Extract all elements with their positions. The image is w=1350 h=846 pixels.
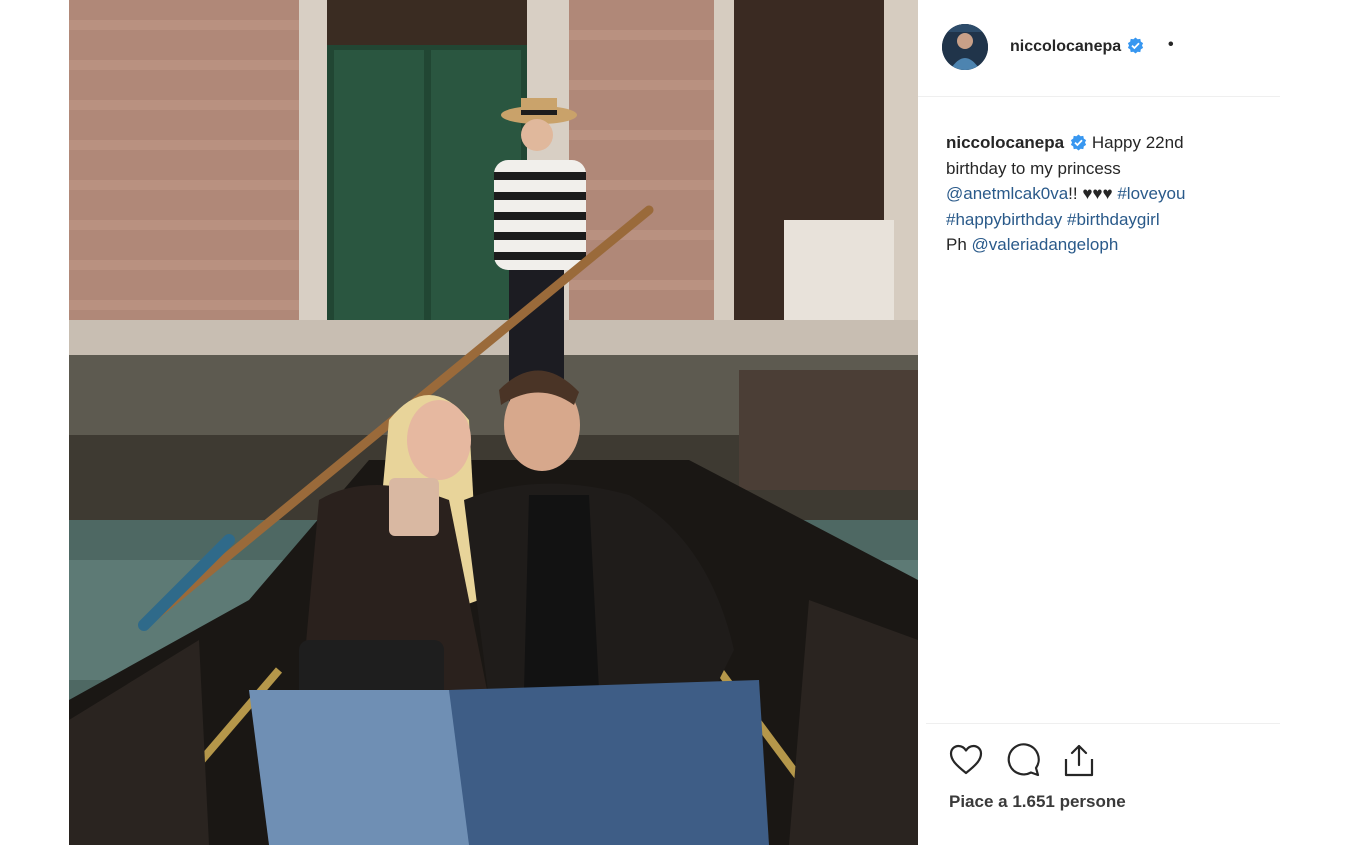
verified-badge-icon — [1127, 37, 1144, 54]
post-caption: niccolocanepa Happy 22nd birthday to my … — [946, 130, 1246, 258]
comment-button[interactable] — [1005, 742, 1045, 782]
gondola-selfie-photo — [69, 0, 918, 845]
caption-mention-link[interactable]: @anetmlcak0va — [946, 184, 1068, 203]
caption-text: Ph — [946, 235, 967, 254]
avatar[interactable] — [942, 24, 988, 70]
caption-hashtag-link[interactable]: #loveyou — [1117, 184, 1185, 203]
verified-badge-icon — [1070, 133, 1087, 151]
header-username[interactable]: niccolocanepa — [1010, 37, 1144, 56]
share-upload-icon — [1064, 744, 1094, 777]
heart-outline-icon — [949, 744, 983, 775]
caption-hashtag-link[interactable]: #birthdaygirl — [1067, 210, 1160, 229]
post-header: niccolocanepa • — [918, 0, 1280, 97]
caption-username[interactable]: niccolocanepa — [946, 133, 1064, 152]
post-sidebar: niccolocanepa • niccolocanepa Happy 22nd… — [918, 0, 1280, 845]
post-photo[interactable] — [69, 0, 918, 845]
share-button[interactable] — [1061, 742, 1101, 782]
header-username-text[interactable]: niccolocanepa — [1010, 38, 1121, 55]
caption-mention-link[interactable]: @valeriadangeloph — [972, 235, 1119, 254]
speech-bubble-icon — [1007, 743, 1040, 777]
caption-text: !! ♥♥♥ — [1068, 184, 1113, 203]
avatar-image — [942, 24, 988, 70]
post-actions-section: Piace a 1.651 persone — [926, 723, 1280, 846]
like-button[interactable] — [948, 742, 988, 782]
header-separator: • — [1168, 36, 1174, 53]
caption-hashtag-link[interactable]: #happybirthday — [946, 210, 1062, 229]
likes-count[interactable]: Piace a 1.651 persone — [949, 792, 1126, 812]
